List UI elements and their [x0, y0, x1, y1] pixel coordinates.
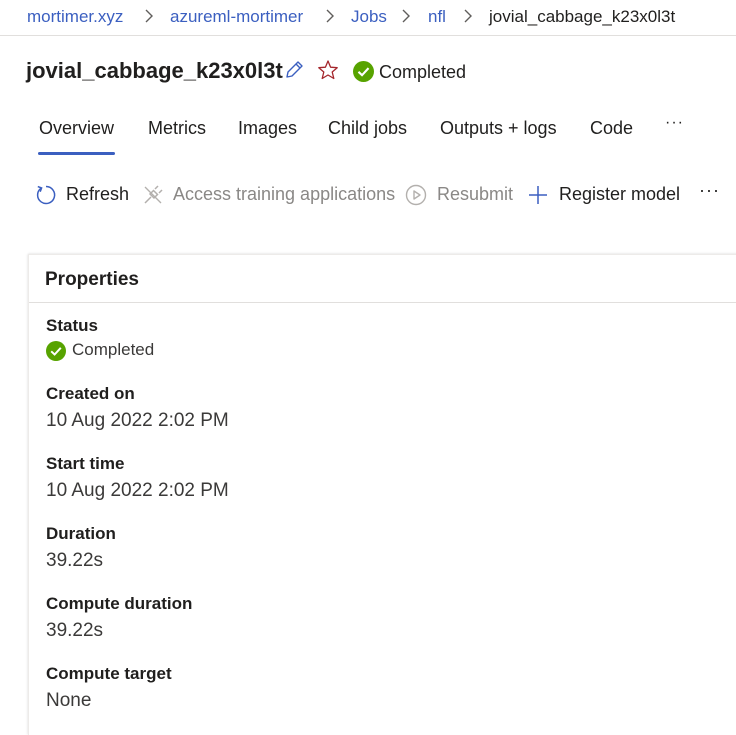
- breadcrumb-item-workspace-org[interactable]: mortimer.xyz: [27, 7, 123, 27]
- property-value: Completed: [72, 340, 155, 359]
- tab-images[interactable]: Images: [238, 118, 297, 139]
- refresh-button[interactable]: Refresh: [34, 178, 129, 212]
- chevron-right-icon: [464, 9, 472, 23]
- properties-header: Properties: [29, 255, 736, 303]
- breadcrumb-item-jobs[interactable]: Jobs: [351, 7, 387, 27]
- pencil-icon[interactable]: [283, 59, 305, 81]
- add-icon: [529, 186, 547, 204]
- breadcrumb-item-experiment[interactable]: nfl: [428, 7, 446, 27]
- register-model-label: Register model: [559, 184, 681, 204]
- tab-bar: Overview Metrics Images Child jobs Outpu…: [0, 110, 736, 156]
- plug-disconnected-icon: [144, 185, 163, 204]
- refresh-icon: [36, 185, 56, 205]
- tab-outputs-logs[interactable]: Outputs + logs: [440, 118, 557, 139]
- property-label: Compute duration: [46, 594, 193, 613]
- register-model-button[interactable]: Register model: [527, 178, 681, 212]
- status-text: Completed: [379, 62, 467, 82]
- property-value: 39.22s: [46, 620, 104, 641]
- access-training-applications-button[interactable]: Access training applications: [142, 178, 396, 212]
- tab-active-indicator: [38, 152, 115, 155]
- play-circle-icon: [405, 184, 427, 206]
- tab-overview[interactable]: Overview: [39, 118, 114, 139]
- check-circle-icon: [46, 341, 66, 361]
- properties-title: Properties: [45, 269, 139, 290]
- property-label: Status: [46, 316, 98, 335]
- tab-child-jobs[interactable]: Child jobs: [328, 118, 407, 139]
- tab-metrics[interactable]: Metrics: [148, 118, 206, 139]
- properties-panel: Properties Status Completed Created on 1…: [28, 254, 736, 735]
- chevron-right-icon: [145, 9, 153, 23]
- property-compute-target: Compute target None: [46, 663, 172, 713]
- property-compute-duration: Compute duration 39.22s: [46, 593, 192, 643]
- property-value: None: [46, 690, 92, 711]
- check-circle-icon: [353, 61, 374, 82]
- breadcrumb-item-current-job: jovial_cabbage_k23x0l3t: [489, 7, 676, 26]
- refresh-label: Refresh: [66, 184, 130, 204]
- star-icon[interactable]: [317, 59, 339, 81]
- job-header: jovial_cabbage_k23x0l3t Completed: [26, 56, 726, 88]
- property-status-value: Completed: [46, 339, 154, 363]
- resubmit-button[interactable]: Resubmit: [405, 178, 513, 212]
- property-status: Status Completed: [46, 315, 154, 363]
- property-duration: Duration 39.22s: [46, 523, 116, 573]
- resubmit-label: Resubmit: [437, 184, 514, 204]
- chevron-right-icon: [402, 9, 410, 23]
- property-value: 10 Aug 2022 2:02 PM: [46, 410, 229, 431]
- property-label: Compute target: [46, 664, 172, 683]
- tab-code[interactable]: Code: [590, 118, 633, 139]
- property-label: Duration: [46, 524, 116, 543]
- breadcrumb: mortimer.xyz azureml-mortimer Jobs nfl j…: [0, 0, 736, 36]
- property-value: 39.22s: [46, 550, 104, 571]
- toolbar-more-button[interactable]: ···: [699, 180, 720, 201]
- command-bar: Refresh Access training applications Res…: [0, 178, 736, 212]
- chevron-right-icon: [326, 9, 334, 23]
- breadcrumb-item-workspace[interactable]: azureml-mortimer: [170, 7, 303, 27]
- property-start-time: Start time 10 Aug 2022 2:02 PM: [46, 453, 229, 503]
- property-label: Created on: [46, 384, 135, 403]
- property-label: Start time: [46, 454, 125, 473]
- property-value: 10 Aug 2022 2:02 PM: [46, 480, 229, 501]
- page-title: jovial_cabbage_k23x0l3t: [26, 58, 283, 83]
- access-training-applications-label: Access training applications: [173, 184, 396, 204]
- property-created-on: Created on 10 Aug 2022 2:02 PM: [46, 383, 229, 433]
- tab-more-button[interactable]: ···: [665, 114, 684, 132]
